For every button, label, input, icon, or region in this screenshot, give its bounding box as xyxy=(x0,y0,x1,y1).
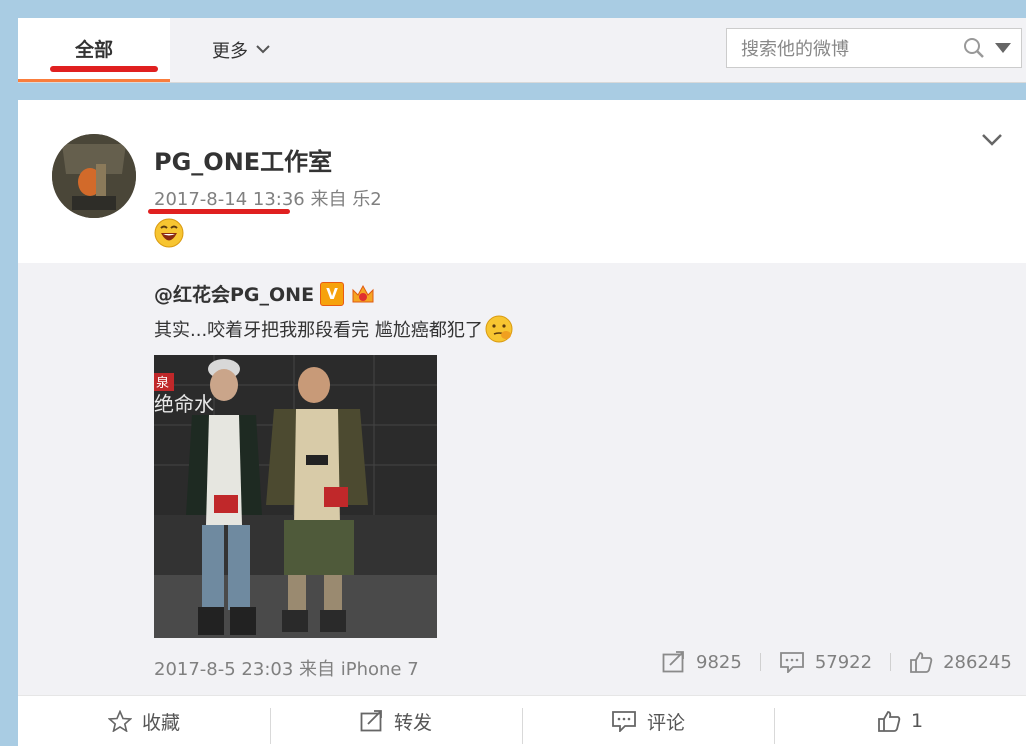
tab-more[interactable]: 更多 xyxy=(212,18,270,82)
forward-stat[interactable]: 9825 xyxy=(662,651,742,673)
post-photo[interactable]: 泉 绝命水 xyxy=(154,355,437,638)
chevron-down-icon xyxy=(256,42,270,58)
photo-sign-small: 泉 xyxy=(156,375,169,391)
chevron-down-icon[interactable] xyxy=(980,132,1004,148)
favorite-label: 收藏 xyxy=(141,711,180,734)
post-time[interactable]: 2017-8-14 13:36 xyxy=(154,189,305,210)
like-count: 286245 xyxy=(943,651,1012,673)
search-input[interactable] xyxy=(727,29,963,69)
avatar[interactable] xyxy=(52,134,136,218)
forward-icon xyxy=(360,710,382,732)
star-icon xyxy=(107,710,132,732)
original-author: @红花会PG_ONE V xyxy=(154,280,376,307)
embarrassed-emoji-icon xyxy=(485,315,513,343)
post-author-name[interactable]: PG_ONE工作室 xyxy=(154,142,332,177)
search-box xyxy=(726,28,1022,69)
original-author-name[interactable]: @红花会PG_ONE xyxy=(154,280,314,307)
verified-badge: V xyxy=(320,281,345,306)
like-stat[interactable]: 286245 xyxy=(909,651,1012,673)
original-stats: 9825 57922 286245 xyxy=(662,651,1012,673)
forward-icon xyxy=(662,651,684,673)
profile-tab-bar: 全部 更多 xyxy=(18,18,1026,83)
comment-stat[interactable]: 57922 xyxy=(779,651,872,673)
comment-icon xyxy=(612,711,636,732)
original-time: 2017-8-5 23:03 来自 iPhone 7 xyxy=(154,659,419,680)
crown-badge-icon xyxy=(352,284,374,302)
forward-count: 9825 xyxy=(696,651,742,673)
red-annotation-mark xyxy=(148,209,290,214)
comment-count: 57922 xyxy=(814,651,873,673)
photo-sign-text: 绝命水 xyxy=(154,392,214,416)
laughing-emoji-icon xyxy=(154,218,184,248)
original-text-content: 其实...咬着牙把我那段看完 尴尬癌都犯了 xyxy=(154,320,483,341)
thumbs-up-icon xyxy=(910,652,933,673)
action-bar: 收藏 转发 评论 1 xyxy=(18,695,1026,746)
tab-all-label: 全部 xyxy=(74,39,113,61)
like-button[interactable]: 1 xyxy=(774,696,1026,746)
forward-button[interactable]: 转发 xyxy=(270,696,522,746)
thumbs-up-icon xyxy=(878,711,901,732)
post-meta: 2017-8-14 13:36 来自 乐2 xyxy=(148,185,382,214)
divider xyxy=(759,653,761,671)
divider xyxy=(890,653,892,671)
like-label: 1 xyxy=(910,710,924,732)
post-source: 来自 乐2 xyxy=(310,189,382,210)
search-icon[interactable] xyxy=(963,37,985,59)
caret-down-icon[interactable] xyxy=(995,43,1011,53)
forward-label: 转发 xyxy=(393,711,432,734)
tab-more-label: 更多 xyxy=(212,41,248,62)
weibo-card: PG_ONE工作室 2017-8-14 13:36 来自 乐2 @红花会PG_O… xyxy=(18,100,1026,746)
comment-button[interactable]: 评论 xyxy=(522,696,774,746)
comment-icon xyxy=(779,652,804,673)
red-annotation-mark xyxy=(50,66,158,72)
favorite-button[interactable]: 收藏 xyxy=(18,696,270,746)
tab-all[interactable]: 全部 xyxy=(18,18,170,82)
original-text: 其实...咬着牙把我那段看完 尴尬癌都犯了 xyxy=(154,315,513,343)
repost-section: @红花会PG_ONE V 其实...咬着牙把我那段看完 尴尬癌都犯了 泉 绝命水… xyxy=(18,263,1026,695)
comment-label: 评论 xyxy=(646,711,685,734)
